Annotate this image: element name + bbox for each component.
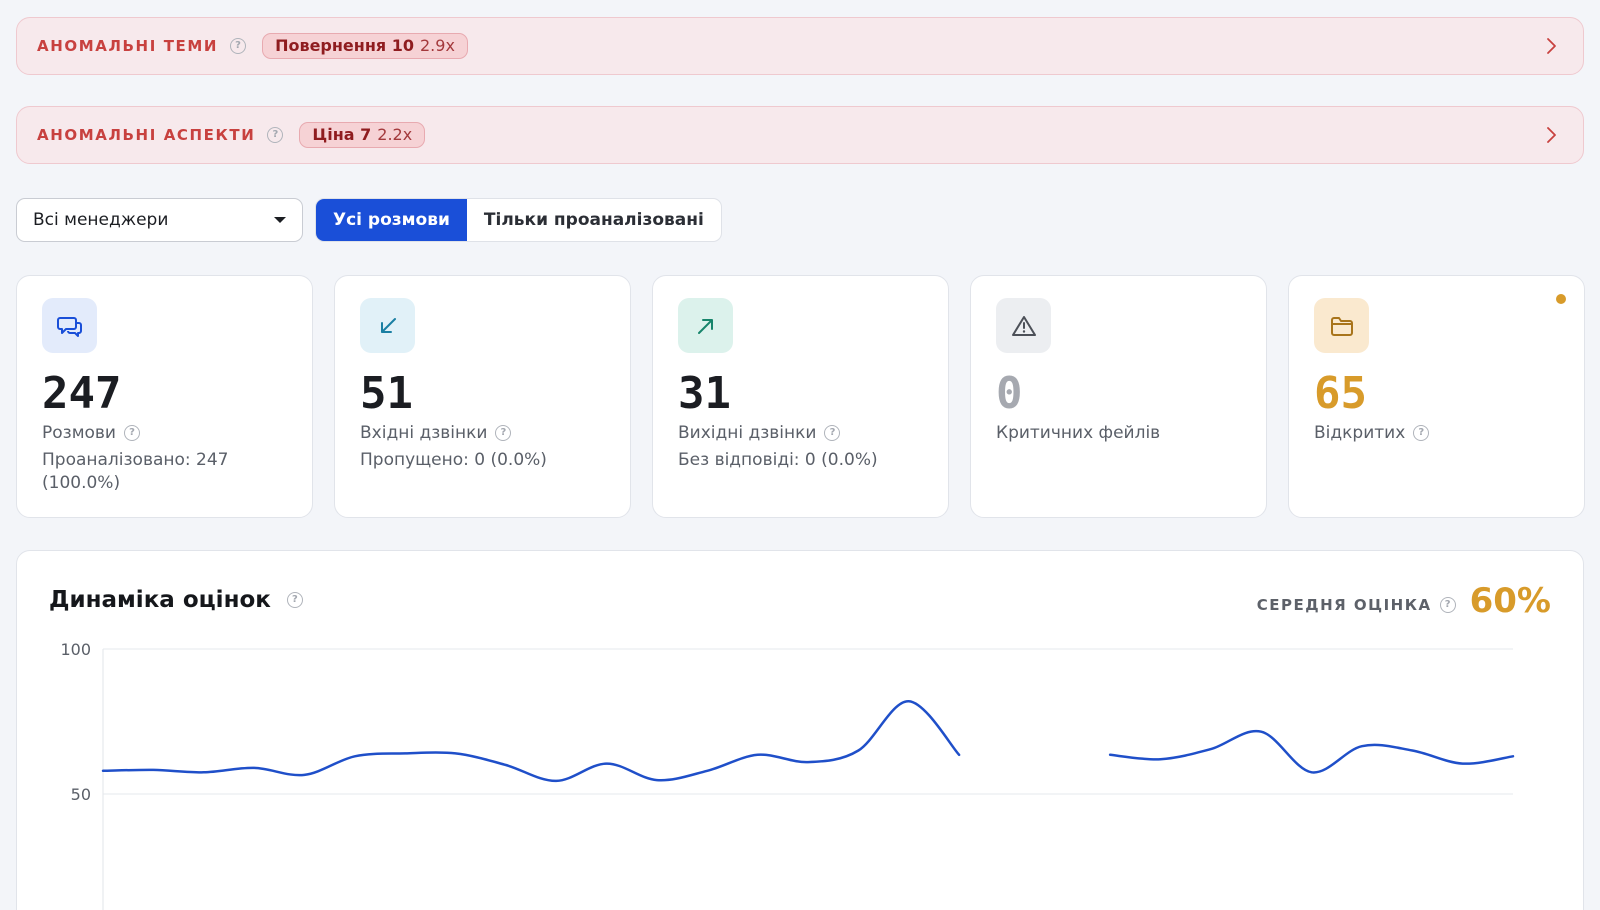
incoming-calls-missed: Пропущено: 0 (0.0%) [360, 450, 547, 470]
open-label: Відкритих [1314, 423, 1406, 443]
conversation-filter-toggle: Усі розмови Тільки проаналізовані [315, 198, 722, 242]
open-count: 65 [1314, 368, 1367, 419]
status-dot [1556, 294, 1566, 304]
y-tick-label: 50 [71, 785, 91, 804]
manager-select-value: Всі менеджери [33, 210, 169, 230]
anomaly-topics-title: АНОМАЛЬНІ ТЕМИ [37, 37, 219, 55]
conversations-label-row: Розмови ? [42, 423, 287, 443]
anomaly-aspect-name: Ціна 7 [312, 125, 372, 144]
anomaly-aspects-banner[interactable]: АНОМАЛЬНІ АСПЕКТИ ? Ціна 7 2.2x [16, 106, 1584, 164]
score-line-chart: 100 50 [60, 640, 1515, 910]
conversations-count: 247 [42, 368, 122, 419]
tab-all-conversations[interactable]: Усі розмови [316, 199, 467, 241]
anomaly-topic-name: Повернення 10 [275, 36, 414, 55]
anomaly-aspect-pill[interactable]: Ціна 7 2.2x [299, 122, 426, 148]
score-series-line [1108, 729, 1515, 774]
anomaly-aspects-title: АНОМАЛЬНІ АСПЕКТИ [37, 126, 256, 144]
help-icon[interactable]: ? [267, 127, 284, 143]
help-icon[interactable]: ? [230, 38, 247, 54]
incoming-arrow-icon [360, 298, 415, 353]
conversations-analyzed: Проаналізовано: 247 (100.0%) [42, 450, 229, 493]
anomaly-topics-banner[interactable]: АНОМАЛЬНІ ТЕМИ ? Повернення 10 2.9x [16, 17, 1584, 75]
critical-fails-label: Критичних фейлів [996, 423, 1161, 443]
critical-fails-label-row: Критичних фейлів [996, 423, 1241, 443]
folder-icon [1314, 298, 1369, 353]
tab-analyzed-only[interactable]: Тільки проаналізовані [467, 199, 721, 241]
stat-card-open[interactable]: 65 Відкритих ? [1288, 275, 1585, 518]
incoming-calls-label-row: Вхідні дзвінки ? [360, 423, 605, 443]
chevron-right-icon[interactable] [1545, 126, 1557, 144]
open-label-row: Відкритих ? [1314, 423, 1559, 443]
anomaly-topic-multiplier: 2.9x [420, 36, 455, 55]
score-dynamics-panel: Динаміка оцінок ? СЕРЕДНЯ ОЦІНКА ? 60% 1… [16, 550, 1584, 910]
outgoing-calls-label: Вихідні дзвінки [678, 423, 817, 443]
incoming-calls-count: 51 [360, 368, 413, 419]
conversations-label: Розмови [42, 423, 116, 443]
outgoing-calls-label-row: Вихідні дзвінки ? [678, 423, 923, 443]
stat-card-conversations[interactable]: 247 Розмови ? Проаналізовано: 247 (100.0… [16, 275, 313, 518]
outgoing-calls-unanswered: Без відповіді: 0 (0.0%) [678, 450, 878, 470]
chevron-down-icon [274, 217, 286, 223]
filters-bar: Всі менеджери Усі розмови Тільки проанал… [16, 198, 722, 242]
stat-card-outgoing-calls[interactable]: 31 Вихідні дзвінки ? Без відповіді: 0 (0… [652, 275, 949, 518]
anomaly-topic-pill[interactable]: Повернення 10 2.9x [262, 33, 468, 59]
y-tick-label: 100 [60, 640, 91, 659]
help-icon[interactable]: ? [124, 425, 140, 441]
anomaly-aspect-multiplier: 2.2x [377, 125, 413, 144]
outgoing-calls-count: 31 [678, 368, 731, 419]
warning-triangle-icon [996, 298, 1051, 353]
incoming-calls-label: Вхідні дзвінки [360, 423, 488, 443]
help-icon[interactable]: ? [824, 425, 841, 441]
chat-bubbles-icon [42, 298, 97, 353]
stat-card-critical-fails[interactable]: 0 Критичних фейлів [970, 275, 1267, 518]
help-icon[interactable]: ? [1413, 425, 1430, 441]
help-icon[interactable]: ? [495, 425, 512, 441]
chevron-right-icon[interactable] [1545, 37, 1557, 55]
score-series-line [101, 699, 961, 783]
stat-card-incoming-calls[interactable]: 51 Вхідні дзвінки ? Пропущено: 0 (0.0%) [334, 275, 631, 518]
outgoing-arrow-icon [678, 298, 733, 353]
stat-cards: 247 Розмови ? Проаналізовано: 247 (100.0… [16, 275, 1585, 518]
manager-select[interactable]: Всі менеджери [16, 198, 303, 242]
critical-fails-count: 0 [996, 368, 1023, 419]
